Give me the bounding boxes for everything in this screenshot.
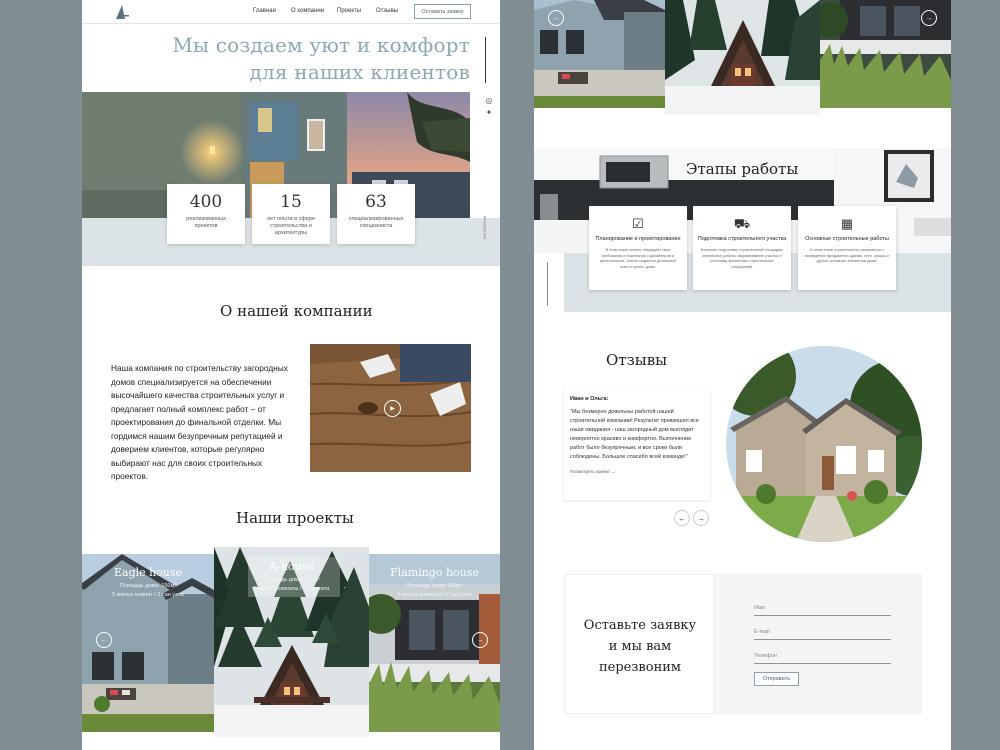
arrow-left-icon[interactable]: ←: [96, 632, 112, 648]
hero-title-line1: Мы создаем уют и комфорт: [172, 33, 470, 57]
form-title-line1: Оставьте заявку: [583, 618, 697, 633]
stage-title: Подготовка строительного участка: [697, 236, 787, 242]
stage-title: Основные строительные работы: [805, 236, 889, 242]
stat-value: 63: [365, 192, 387, 212]
project-area: Площадь дома: 150м²: [119, 583, 177, 589]
phone-field[interactable]: Телефон: [754, 650, 891, 664]
stat-label: специализированных специалиста: [348, 216, 404, 229]
landing-page-right: ← → Этапы работы ☑ Планирование и проект…: [534, 0, 951, 750]
project-name: A-house: [269, 560, 314, 573]
project-rooms: 5 жилых комнат / 2 сан узла: [112, 592, 184, 598]
nav-item-reviews[interactable]: Отзывы: [376, 8, 398, 14]
lawnmower-icon: ⛟: [733, 216, 751, 231]
about-text: Наша компания по строительству загородны…: [111, 363, 288, 481]
review-card: Иван и Ольга: "Мы безмерно довольны рабо…: [564, 387, 710, 500]
stage-text: Включает подготовку строительной площадк…: [700, 248, 784, 269]
divider: [485, 37, 486, 83]
view-project-link[interactable]: Посмотреть проект →: [570, 469, 704, 474]
checklist-icon: ☑: [632, 216, 644, 231]
divider: [547, 262, 548, 306]
stage-card: ▦ Основные строительные работы В этом эт…: [798, 206, 896, 290]
form-title-line2: и мы вам: [608, 639, 672, 654]
logo-icon[interactable]: [114, 4, 130, 20]
review-text: "Мы безмерно довольны работой нашей стро…: [570, 409, 699, 460]
review-house-image: [726, 346, 922, 542]
nav-item-home[interactable]: Главная: [253, 8, 276, 14]
arrow-left-icon[interactable]: ←: [674, 510, 690, 526]
callback-form: Оставьте заявку и мы вам перезвоним: [564, 574, 922, 714]
arrow-right-icon[interactable]: →: [472, 632, 488, 648]
email-field[interactable]: E-mail: [754, 626, 891, 640]
project-area: Площадь дома: 180м²: [406, 583, 463, 589]
request-button[interactable]: Оставить заявку: [414, 4, 471, 19]
project-card-featured[interactable]: A-house Площадь дома: 120м² 3 жилых комн…: [214, 547, 369, 737]
bricks-icon: ▦: [840, 216, 854, 231]
project-name: Eagle house: [113, 566, 183, 579]
nav-item-about[interactable]: О компании: [291, 8, 324, 14]
project-area: Площадь дома: 120м²: [263, 577, 320, 583]
stat-card: 15 лет опыта в сфере строительства и арх…: [252, 184, 330, 244]
submit-button[interactable]: Отправить: [754, 672, 799, 686]
stat-value: 400: [189, 192, 223, 212]
stat-card: 63 специализированных специалиста: [337, 184, 415, 244]
project-slide[interactable]: ←: [534, 0, 665, 108]
stage-title: Планирование и проектирование: [595, 236, 681, 242]
arrow-right-icon[interactable]: →: [693, 510, 709, 526]
stage-card: ⛟ Подготовка строительного участка Включ…: [693, 206, 791, 290]
hero-title: Мы создаем уют и комфорт для наших клиен…: [172, 32, 470, 86]
form-title: Оставьте заявку и мы вам перезвоним: [565, 615, 715, 678]
project-rooms: 3 жилых комнаты / 2 сан узла: [253, 586, 330, 592]
about-title: О нашей компании: [220, 302, 373, 320]
landing-page-left: Главная О компании Проекты Отзывы Остави…: [82, 0, 500, 750]
reviews-title: Отзывы: [606, 351, 668, 369]
form-title-line3: перезвоним: [598, 660, 682, 675]
social-bar: ◎ ✦ INSTAGRAM: [480, 92, 500, 239]
arrow-left-icon[interactable]: ←: [548, 10, 564, 26]
stage-text: В этом этапе клиент обсуждает свои требо…: [599, 248, 677, 269]
project-card[interactable]: Eagle house Площадь дома: 150м² 5 жилых …: [82, 554, 214, 732]
project-slide-featured[interactable]: [665, 0, 820, 115]
project-name: Flamingo house: [390, 566, 479, 579]
stat-card: 400 реализованных проектов: [167, 184, 245, 244]
project-slide[interactable]: →: [820, 0, 951, 108]
instagram-icon[interactable]: ◎: [484, 96, 494, 105]
stage-text: В этом этапе строительство начинается с …: [805, 248, 889, 263]
project-rooms: 4 жилых комнаты / 2 сан узла: [396, 592, 473, 598]
project-card[interactable]: Flamingo house Площадь дома: 180м² 4 жил…: [369, 554, 500, 732]
stage-card: ☑ Планирование и проектирование В этом э…: [589, 206, 687, 290]
review-author: Иван и Ольга:: [570, 396, 609, 402]
about-video[interactable]: ▶: [310, 344, 471, 472]
social-label: INSTAGRAM: [482, 216, 487, 240]
hero-title-line2: для наших клиентов: [249, 60, 470, 84]
nav-item-projects[interactable]: Проекты: [337, 8, 361, 14]
stat-value: 15: [280, 192, 302, 212]
arrow-right-icon[interactable]: →: [921, 10, 937, 26]
name-field[interactable]: Имя: [754, 602, 891, 616]
twitter-icon[interactable]: ✦: [484, 108, 494, 117]
stat-label: лет опыта в сфере строительства и архите…: [266, 216, 316, 236]
form-heading-box: Оставьте заявку и мы вам перезвоним: [564, 574, 714, 714]
stat-label: реализованных проектов: [186, 216, 226, 229]
top-nav: Главная О компании Проекты Отзывы Остави…: [82, 0, 500, 24]
play-icon[interactable]: ▶: [384, 400, 401, 417]
stages-title: Этапы работы: [686, 160, 799, 178]
projects-title: Наши проекты: [236, 509, 354, 527]
